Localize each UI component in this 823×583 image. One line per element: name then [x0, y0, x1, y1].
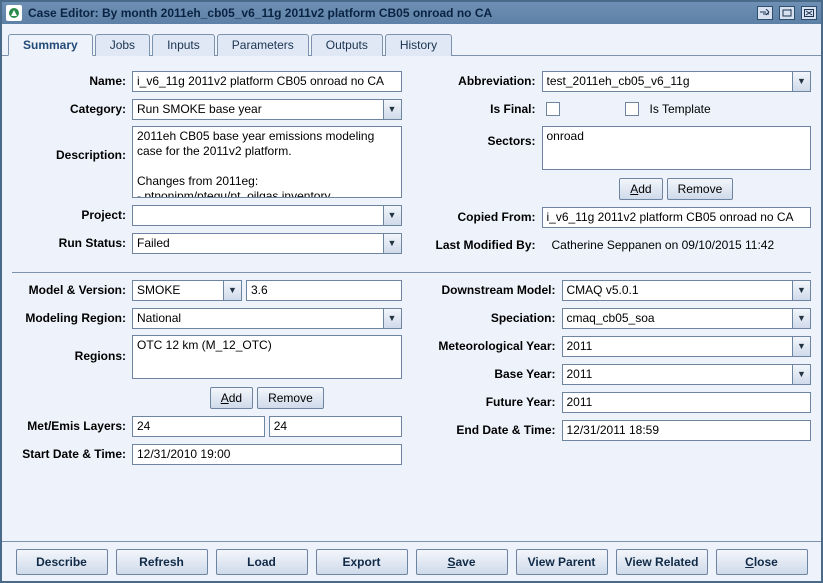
section-top: Name: Category: Run SMOKE base year ▼ De…	[12, 64, 811, 273]
label-downstream-model: Downstream Model:	[422, 283, 562, 297]
model-version-input[interactable]	[246, 280, 402, 301]
footer-buttonbar: Describe Refresh Load Export Save View P…	[2, 541, 821, 581]
chevron-down-icon: ▼	[383, 100, 401, 119]
name-input[interactable]	[132, 71, 402, 92]
view-parent-button[interactable]: View Parent	[516, 549, 608, 575]
start-date-input[interactable]	[132, 444, 402, 465]
case-editor-window: Case Editor: By month 2011eh_cb05_v6_11g…	[0, 0, 823, 583]
label-speciation: Speciation:	[422, 311, 562, 325]
label-sectors: Sectors:	[422, 126, 542, 148]
chevron-down-icon: ▼	[792, 72, 810, 91]
tab-history[interactable]: History	[385, 34, 452, 56]
regions-remove-button[interactable]: Remove	[257, 387, 324, 409]
export-button[interactable]: Export	[316, 549, 408, 575]
category-combo[interactable]: Run SMOKE base year ▼	[132, 99, 402, 120]
label-met-emis: Met/Emis Layers:	[12, 419, 132, 433]
model-combo[interactable]: SMOKE ▼	[132, 280, 242, 301]
tabstrip: Summary Jobs Inputs Parameters Outputs H…	[2, 30, 821, 56]
is-template-checkbox[interactable]	[625, 102, 639, 116]
label-met-year: Meteorological Year:	[422, 339, 562, 353]
label-project: Project:	[12, 208, 132, 222]
label-start-date: Start Date & Time:	[12, 447, 132, 461]
label-model-version: Model & Version:	[12, 283, 132, 297]
label-name: Name:	[12, 74, 132, 88]
chevron-down-icon: ▼	[223, 281, 241, 300]
window-title: Case Editor: By month 2011eh_cb05_v6_11g…	[28, 6, 751, 20]
chevron-down-icon: ▼	[792, 309, 810, 328]
label-regions: Regions:	[12, 335, 132, 363]
future-year-input[interactable]	[562, 392, 812, 413]
is-final-checkbox[interactable]	[546, 102, 560, 116]
emis-layers-input[interactable]	[269, 416, 402, 437]
save-button[interactable]: Save	[416, 549, 508, 575]
describe-button[interactable]: Describe	[16, 549, 108, 575]
label-abbreviation: Abbreviation:	[422, 74, 542, 88]
regions-add-button[interactable]: Add	[210, 387, 253, 409]
end-date-input[interactable]	[562, 420, 812, 441]
form-area: Name: Category: Run SMOKE base year ▼ De…	[2, 56, 821, 541]
run-status-combo[interactable]: Failed ▼	[132, 233, 402, 254]
met-layers-input[interactable]	[132, 416, 265, 437]
sectors-add-button[interactable]: Add	[619, 178, 662, 200]
tab-summary[interactable]: Summary	[8, 34, 93, 56]
tab-inputs[interactable]: Inputs	[152, 34, 215, 56]
maximize-icon[interactable]	[779, 6, 795, 20]
label-base-year: Base Year:	[422, 367, 562, 381]
label-end-date: End Date & Time:	[422, 423, 562, 437]
tab-outputs[interactable]: Outputs	[311, 34, 383, 56]
downstream-model-combo[interactable]: CMAQ v5.0.1 ▼	[562, 280, 812, 301]
label-modeling-region: Modeling Region:	[12, 311, 132, 325]
tab-jobs[interactable]: Jobs	[95, 34, 150, 56]
chevron-down-icon: ▼	[792, 337, 810, 356]
chevron-down-icon: ▼	[383, 309, 401, 328]
app-icon	[6, 5, 22, 21]
refresh-button[interactable]: Refresh	[116, 549, 208, 575]
chevron-down-icon: ▼	[792, 365, 810, 384]
section-bottom: Model & Version: SMOKE ▼ Modeling Region…	[12, 273, 811, 481]
description-textarea[interactable]	[132, 126, 402, 198]
met-year-combo[interactable]: 2011 ▼	[562, 336, 812, 357]
chevron-down-icon: ▼	[792, 281, 810, 300]
minimize-icon[interactable]	[757, 6, 773, 20]
label-run-status: Run Status:	[12, 236, 132, 250]
load-button[interactable]: Load	[216, 549, 308, 575]
label-description: Description:	[12, 126, 132, 162]
label-future-year: Future Year:	[422, 395, 562, 409]
regions-listbox[interactable]: OTC 12 km (M_12_OTC)	[132, 335, 402, 379]
label-last-modified: Last Modified By:	[422, 238, 542, 252]
close-button[interactable]: Close	[716, 549, 808, 575]
modeling-region-combo[interactable]: National ▼	[132, 308, 402, 329]
label-category: Category:	[12, 102, 132, 116]
tab-parameters[interactable]: Parameters	[217, 34, 309, 56]
close-icon[interactable]	[801, 6, 817, 20]
sectors-remove-button[interactable]: Remove	[667, 178, 734, 200]
copied-from-field	[542, 207, 812, 228]
sectors-listbox[interactable]: onroad	[542, 126, 812, 170]
last-modified-value: Catherine Seppanen on 09/10/2015 11:42	[542, 238, 775, 252]
label-is-template: Is Template	[650, 102, 711, 116]
titlebar: Case Editor: By month 2011eh_cb05_v6_11g…	[2, 2, 821, 24]
project-combo[interactable]: ▼	[132, 205, 402, 226]
view-related-button[interactable]: View Related	[616, 549, 708, 575]
chevron-down-icon: ▼	[383, 206, 401, 225]
speciation-combo[interactable]: cmaq_cb05_soa ▼	[562, 308, 812, 329]
abbreviation-combo[interactable]: test_2011eh_cb05_v6_11g ▼	[542, 71, 812, 92]
base-year-combo[interactable]: 2011 ▼	[562, 364, 812, 385]
label-is-final: Is Final:	[422, 102, 542, 116]
label-copied-from: Copied From:	[422, 210, 542, 224]
chevron-down-icon: ▼	[383, 234, 401, 253]
